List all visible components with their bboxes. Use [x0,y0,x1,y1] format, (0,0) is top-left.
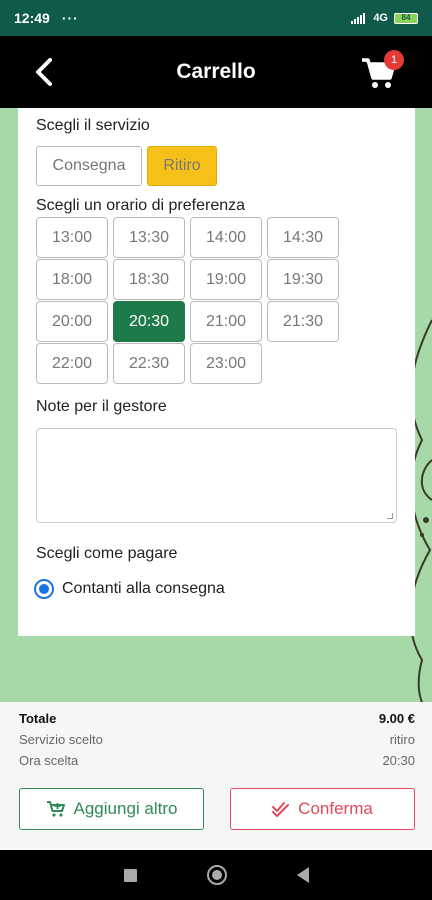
total-value: 9.00 € [378,711,415,726]
system-nav-bar [0,850,432,900]
confirm-label: Conferma [298,799,373,818]
time-slot-2000[interactable]: 20:00 [36,301,108,342]
notes-textarea[interactable] [36,428,397,523]
recents-icon[interactable] [123,868,137,882]
order-summary: Totale 9.00 € Servizio scelto ritiro Ora… [0,702,432,850]
service-label: Scegli il servizio [36,117,150,134]
status-icons: 4G 84 [351,12,418,24]
payment-radio[interactable] [34,579,54,599]
time-slot-2100[interactable]: 21:00 [190,301,262,342]
cart-plus-icon [46,801,65,817]
time-slot-2130[interactable]: 21:30 [267,301,339,342]
service-summary-value: ritiro [389,732,415,747]
time-slot-2300[interactable]: 23:00 [190,343,262,384]
payment-option-label[interactable]: Contanti alla consegna [62,580,225,598]
service-row: Servizio scelto ritiro [19,732,415,747]
page-title: Carrello [176,60,256,83]
add-more-label: Aggiungi altro [73,799,178,818]
service-option-ritiro[interactable]: Ritiro [147,146,217,186]
notes-label: Note per il gestore [36,398,167,415]
time-slot-1400[interactable]: 14:00 [190,217,262,258]
time-slot-1930[interactable]: 19:30 [267,259,339,300]
time-slot-1330[interactable]: 13:30 [113,217,185,258]
network-type: 4G [373,12,388,24]
order-options-card: Scegli il servizio Consegna Ritiro Scegl… [18,108,415,636]
add-more-button[interactable]: Aggiungi altro [19,788,204,830]
wifi-icon [351,13,366,24]
cart-count-badge: 1 [384,50,404,70]
total-row: Totale 9.00 € [19,711,415,726]
status-time: 12:49 [14,10,50,26]
time-slot-1300[interactable]: 13:00 [36,217,108,258]
confirm-button[interactable]: Conferma [230,788,415,830]
time-slot-2030[interactable]: 20:30 [113,301,185,342]
double-check-icon [272,802,290,817]
time-slot-1900[interactable]: 19:00 [190,259,262,300]
time-slot-1830[interactable]: 18:30 [113,259,185,300]
total-label: Totale [19,711,57,726]
battery-icon: 84 [394,12,418,24]
time-slot-1430[interactable]: 14:30 [267,217,339,258]
time-summary-value: 20:30 [382,753,415,768]
back-icon[interactable] [296,867,309,883]
service-option-consegna[interactable]: Consegna [36,146,142,186]
back-arrow-icon[interactable] [26,54,62,90]
notification-dots: ··· [61,10,79,26]
status-bar: 12:49 ··· 4G 84 [0,0,432,36]
home-icon[interactable] [206,865,227,885]
time-slot-2200[interactable]: 22:00 [36,343,108,384]
time-slot-1800[interactable]: 18:00 [36,259,108,300]
payment-label: Scegli come pagare [36,545,178,562]
time-slot-2230[interactable]: 22:30 [113,343,185,384]
time-summary-label: Ora scelta [19,753,79,768]
time-label: Scegli un orario di preferenza [36,197,246,214]
resize-handle[interactable] [387,513,393,519]
time-row: Ora scelta 20:30 [19,753,415,768]
app-header: Carrello 1 [0,36,432,108]
service-summary-label: Servizio scelto [19,732,103,747]
